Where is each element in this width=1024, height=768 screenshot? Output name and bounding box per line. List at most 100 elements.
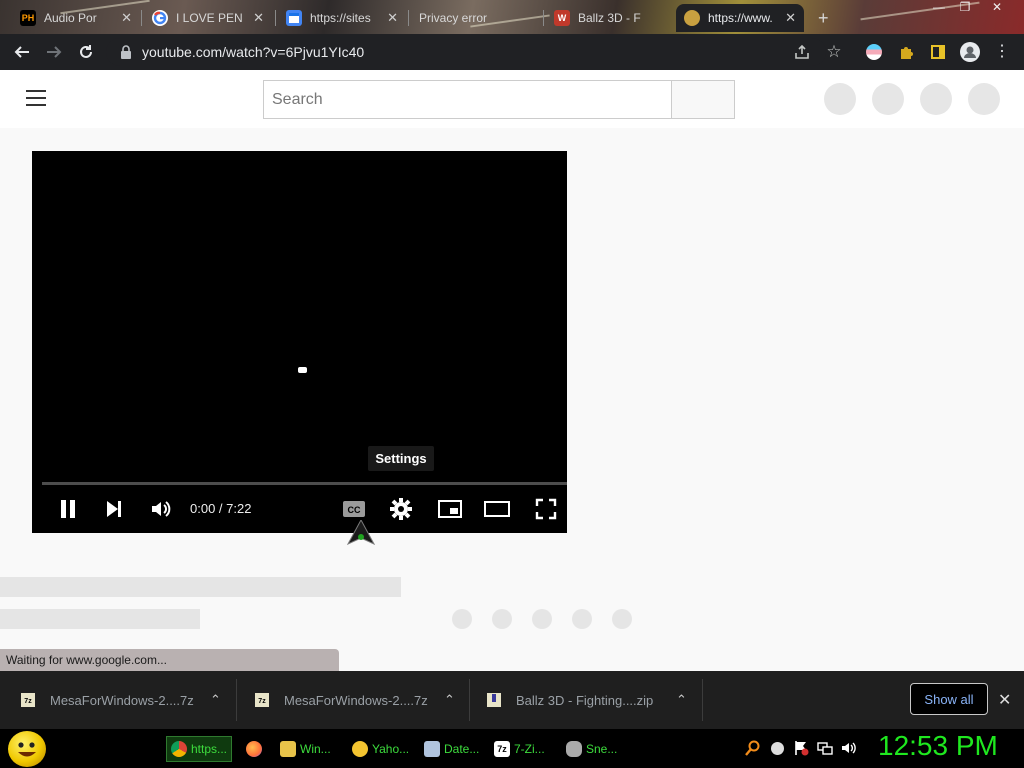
- action-placeholder-icon: [612, 609, 632, 629]
- settings-button[interactable]: [388, 496, 414, 522]
- close-icon[interactable]: ✕: [121, 10, 132, 26]
- share-button[interactable]: [792, 42, 812, 62]
- taskbar-7zip[interactable]: 7z 7-Zi...: [494, 736, 545, 762]
- theater-mode-button[interactable]: [484, 496, 510, 522]
- taskbar-yahoo[interactable]: Yaho...: [352, 736, 409, 762]
- header-placeholder-icon[interactable]: [824, 83, 856, 115]
- taskbar-windows-explorer[interactable]: Win...: [280, 736, 331, 762]
- fullscreen-button[interactable]: [533, 496, 559, 522]
- google-icon: [152, 10, 168, 26]
- speaker-icon[interactable]: [841, 740, 857, 756]
- progress-bar[interactable]: [42, 482, 567, 485]
- 7z-file-icon: 7z: [255, 693, 269, 707]
- subtitles-button[interactable]: CC: [341, 496, 367, 522]
- header-placeholder-icon[interactable]: [920, 83, 952, 115]
- search-input[interactable]: [263, 80, 672, 119]
- action-center-flag-icon[interactable]: [793, 740, 809, 756]
- close-icon[interactable]: ✕: [387, 10, 398, 26]
- tab-audio[interactable]: PH Audio Por ✕: [12, 4, 140, 32]
- status-icon[interactable]: [769, 740, 785, 756]
- taskbar-snes[interactable]: Sne...: [566, 736, 617, 762]
- sites-icon: [286, 10, 302, 26]
- taskbar-label: 7-Zi...: [514, 742, 545, 756]
- reload-button[interactable]: [74, 40, 98, 64]
- profile-extension-button[interactable]: [864, 42, 884, 62]
- taskbar-label: Yaho...: [372, 742, 410, 756]
- pause-icon: [61, 500, 75, 518]
- action-placeholder-icon: [452, 609, 472, 629]
- yahoo-icon: [352, 741, 368, 757]
- star-icon: ☆: [826, 42, 842, 61]
- hamburger-menu-icon[interactable]: [26, 90, 46, 106]
- address-bar[interactable]: youtube.com/watch?v=6Pjvu1YIc40: [106, 38, 826, 66]
- taskbar-date[interactable]: Date...: [424, 736, 479, 762]
- chevron-up-icon[interactable]: ⌃: [676, 692, 687, 708]
- 7zip-icon: 7z: [494, 741, 510, 757]
- mute-button[interactable]: [148, 496, 174, 522]
- back-button[interactable]: [10, 40, 34, 64]
- tab-title: I LOVE PEN: [176, 11, 243, 25]
- svg-text:7z: 7z: [258, 698, 266, 705]
- time-display: 0:00 / 7:22: [190, 501, 252, 516]
- side-panel-button[interactable]: [928, 42, 948, 62]
- download-item[interactable]: 7z MesaForWindows-2....7z ⌃: [0, 671, 236, 729]
- zip-file-icon: [487, 693, 501, 707]
- chevron-up-icon[interactable]: ⌃: [210, 692, 221, 708]
- forward-button[interactable]: [42, 40, 66, 64]
- restore-button[interactable]: ❐: [954, 0, 976, 16]
- profile-button[interactable]: [960, 42, 980, 62]
- taskbar-firefox[interactable]: [246, 736, 262, 762]
- download-shelf: 7z MesaForWindows-2....7z ⌃ 7z MesaForWi…: [0, 671, 1024, 729]
- tab-ballz-3d[interactable]: W Ballz 3D - F: [546, 4, 674, 32]
- tab-strip: PH Audio Por ✕ I LOVE PEN ✕ https://site…: [0, 0, 1024, 34]
- new-tab-button[interactable]: +: [812, 4, 838, 32]
- minimize-button[interactable]: —: [928, 0, 950, 16]
- browser-toolbar: youtube.com/watch?v=6Pjvu1YIc40 ☆ ⋮: [0, 34, 1024, 70]
- action-placeholder-icon: [532, 609, 552, 629]
- taskbar: https... Win... Yaho... Date... 7z 7-Zi.…: [0, 729, 1024, 768]
- date-icon: [424, 741, 440, 757]
- next-button[interactable]: [101, 496, 127, 522]
- back-arrow-icon: [14, 46, 29, 58]
- header-placeholder-icon[interactable]: [968, 83, 1000, 115]
- search-icon[interactable]: [745, 740, 761, 756]
- search-button[interactable]: [671, 80, 735, 119]
- tab-sites[interactable]: https://sites ✕: [278, 4, 406, 32]
- chevron-up-icon[interactable]: ⌃: [444, 692, 455, 708]
- taskbar-clock[interactable]: 12:53 PM: [878, 730, 998, 762]
- loading-spinner-icon: [298, 367, 307, 373]
- smiley-icon: [18, 742, 36, 757]
- miniplayer-button[interactable]: [437, 496, 463, 522]
- tab-i-love-pen[interactable]: I LOVE PEN ✕: [144, 4, 272, 32]
- tab-title: https://sites: [310, 11, 371, 25]
- tab-active-youtube[interactable]: https://www. ✕: [676, 4, 804, 32]
- status-bubble: Waiting for www.google.com...: [0, 649, 339, 671]
- pause-button[interactable]: [55, 496, 81, 522]
- mouse-cursor-icon: [347, 520, 375, 546]
- tab-privacy-error[interactable]: Privacy error: [411, 4, 541, 32]
- miniplayer-icon: [438, 500, 462, 518]
- title-placeholder: [0, 577, 401, 597]
- download-item[interactable]: 7z MesaForWindows-2....7z ⌃: [234, 671, 470, 729]
- video-player[interactable]: [32, 151, 567, 533]
- extensions-button[interactable]: [896, 42, 916, 62]
- gear-icon: [390, 498, 412, 520]
- download-item[interactable]: Ballz 3D - Fighting....zip ⌃: [466, 671, 702, 729]
- taskbar-chrome[interactable]: https...: [166, 736, 233, 762]
- close-icon[interactable]: ✕: [253, 10, 264, 26]
- volume-icon: [152, 501, 171, 517]
- close-icon[interactable]: ✕: [998, 690, 1011, 710]
- close-icon[interactable]: ✕: [785, 10, 796, 26]
- reload-icon: [80, 45, 92, 58]
- bookmark-button[interactable]: ☆: [824, 42, 844, 62]
- tab-title: Audio Por: [44, 11, 97, 25]
- start-button[interactable]: [8, 731, 46, 767]
- window-close-button[interactable]: ✕: [986, 0, 1008, 16]
- chrome-menu-button[interactable]: ⋮: [992, 42, 1012, 62]
- download-filename: MesaForWindows-2....7z: [284, 692, 428, 708]
- network-icon[interactable]: [817, 740, 833, 756]
- show-all-downloads-button[interactable]: Show all: [910, 683, 988, 715]
- header-placeholder-icon[interactable]: [872, 83, 904, 115]
- download-filename: MesaForWindows-2....7z: [50, 692, 194, 708]
- side-panel-icon: [931, 45, 945, 59]
